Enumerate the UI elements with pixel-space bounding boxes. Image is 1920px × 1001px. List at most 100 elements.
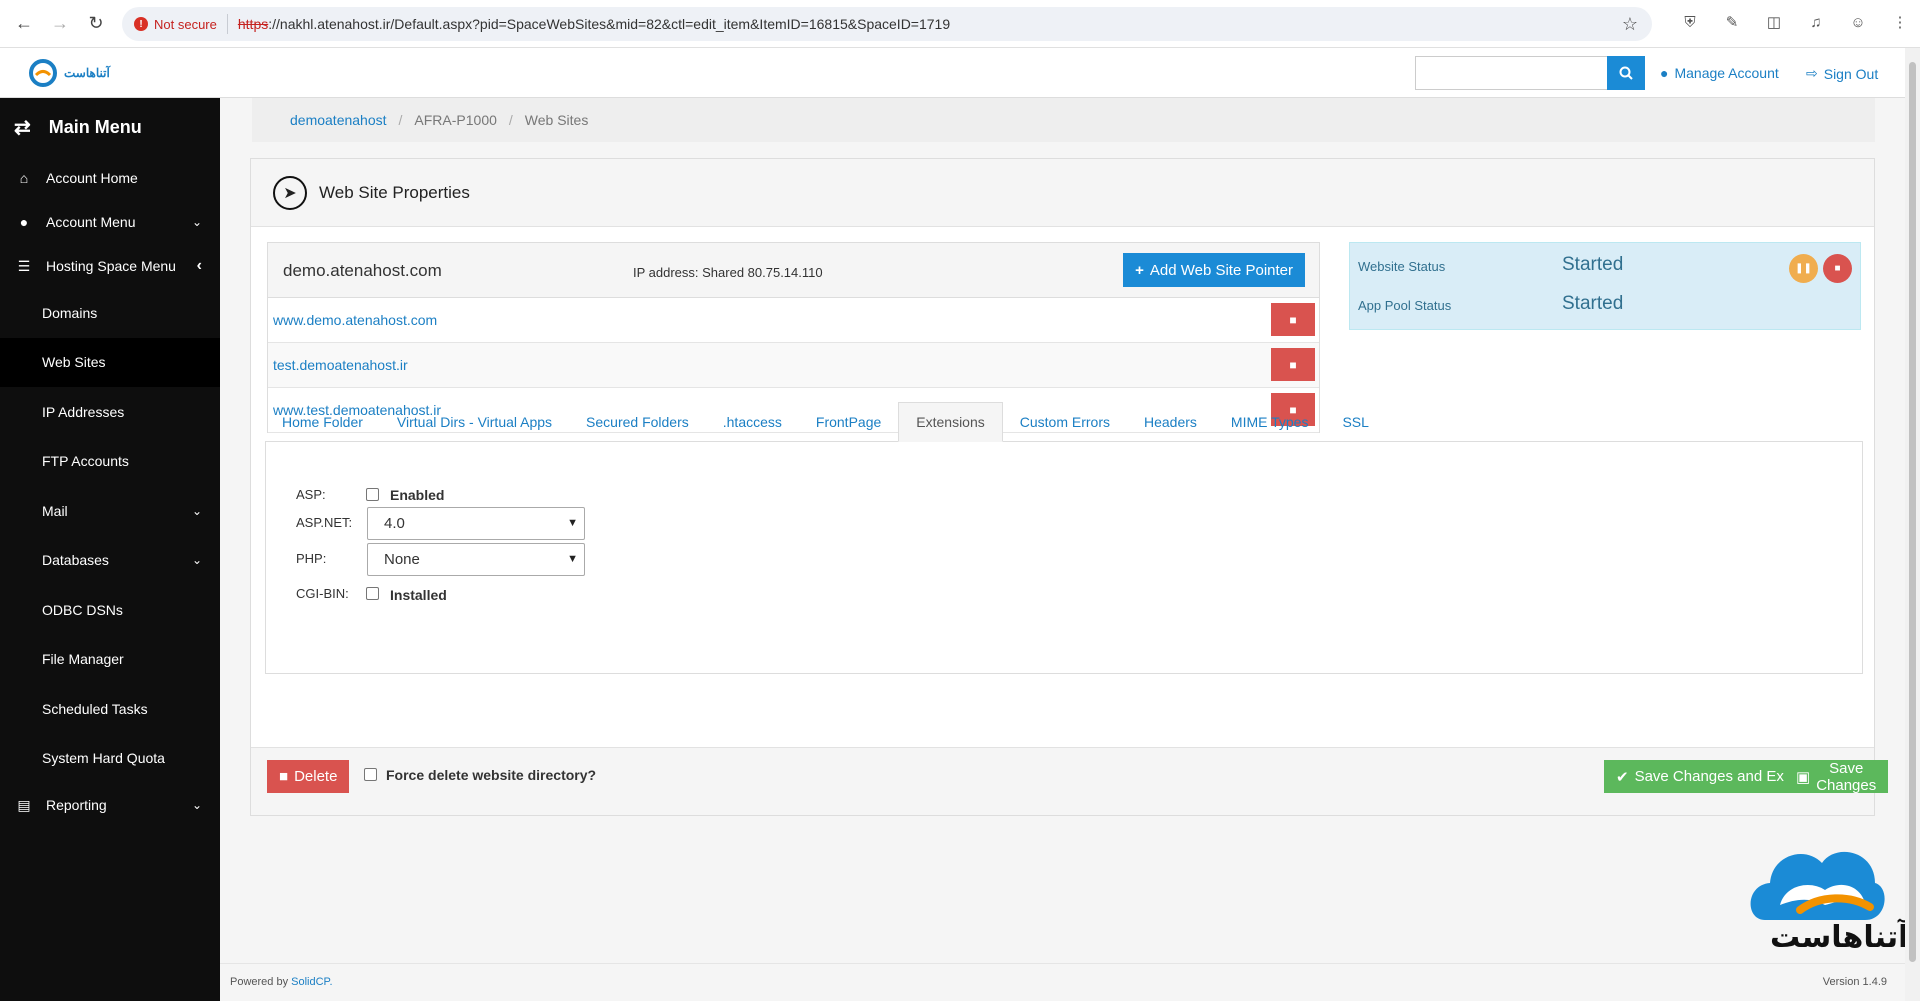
site-logo[interactable]: آتناهاست: [28, 58, 110, 88]
sidebar-item-mail[interactable]: Mail ⌄: [0, 486, 220, 536]
page-scrollbar[interactable]: [1905, 48, 1920, 1001]
scrollbar-thumb[interactable]: [1909, 62, 1916, 962]
profile-icon[interactable]: ☺: [1848, 12, 1868, 32]
url-rest: ://nakhl.atenahost.ir/Default.aspx?pid=S…: [268, 16, 951, 32]
manage-account-link[interactable]: ● Manage Account: [1660, 65, 1779, 81]
sign-out-link[interactable]: ⇨ Sign Out: [1806, 65, 1878, 82]
breadcrumb-separator: /: [508, 112, 513, 128]
forward-icon[interactable]: →: [48, 12, 72, 36]
media-icon[interactable]: ♫: [1806, 12, 1826, 32]
address-bar[interactable]: ! Not secure https://nakhl.atenahost.ir/…: [122, 7, 1652, 41]
reload-icon[interactable]: ↻: [84, 12, 108, 36]
sidebar-item-ip-addresses[interactable]: IP Addresses: [0, 387, 220, 437]
plus-icon: +: [1135, 261, 1144, 279]
delete-pointer-button[interactable]: ■: [1271, 348, 1315, 381]
tab-custom-errors[interactable]: Custom Errors: [1003, 402, 1127, 442]
logo-cloud-icon: [29, 59, 57, 87]
website-status-value: Started: [1562, 254, 1624, 275]
manage-account-label: Manage Account: [1674, 65, 1779, 81]
pause-icon: ❚❚: [1795, 263, 1812, 274]
stop-website-button[interactable]: ■: [1823, 254, 1852, 283]
tab-ssl[interactable]: SSL: [1325, 402, 1385, 442]
extensions-tab-body: ASP: Enabled ASP.NET: 4.0 ▼ PHP: None ▼ …: [265, 442, 1863, 674]
tab-htaccess[interactable]: .htaccess: [706, 402, 799, 442]
trash-icon: ■: [1289, 357, 1297, 372]
sidebar-item-account-menu[interactable]: ● Account Menu ⌄: [0, 200, 220, 244]
asp-label: ASP:: [296, 487, 326, 502]
breadcrumb-account[interactable]: demoatenahost: [290, 112, 387, 128]
chevron-down-icon: ⌄: [191, 503, 202, 518]
sidebar-item-ftp-accounts[interactable]: FTP Accounts: [0, 437, 220, 487]
sidebar-item-scheduled-tasks[interactable]: Scheduled Tasks: [0, 684, 220, 734]
tab-label: Headers: [1143, 414, 1197, 430]
save-exit-label: Save Changes and Exit: [1634, 768, 1792, 785]
panel-footer: ■ Delete Force delete website directory?…: [251, 747, 1889, 815]
pen-extension-icon[interactable]: ✎: [1722, 12, 1742, 32]
php-version-select[interactable]: None ▼: [367, 543, 585, 576]
tab-virtual-dirs[interactable]: Virtual Dirs - Virtual Apps: [380, 402, 569, 442]
pointer-link[interactable]: test.demoatenahost.ir: [273, 357, 408, 373]
tab-label: Extensions: [916, 414, 985, 430]
app-pool-status-value: Started: [1562, 293, 1624, 314]
shield-extension-icon[interactable]: ⛨: [1680, 12, 1700, 32]
user-icon: ●: [1660, 65, 1669, 81]
url-text: https://nakhl.atenahost.ir/Default.aspx?…: [238, 16, 950, 32]
solidcp-link[interactable]: SolidCP.: [291, 976, 332, 988]
delete-pointer-button[interactable]: ■: [1271, 303, 1315, 336]
pointer-link[interactable]: www.demo.atenahost.com: [273, 312, 437, 328]
sidebar-item-label: IP Addresses: [42, 403, 125, 420]
security-label: Not secure: [154, 16, 217, 32]
cgi-installed-label: Installed: [390, 587, 447, 603]
tab-headers[interactable]: Headers: [1127, 402, 1214, 442]
tab-mime-types[interactable]: MIME Types: [1214, 402, 1326, 442]
chevron-left-icon: ‹: [196, 257, 202, 274]
sidebar-item-databases[interactable]: Databases ⌄: [0, 536, 220, 586]
page-title: Web Site Properties: [319, 182, 470, 202]
header-search: [1415, 56, 1645, 90]
compass-icon: ➤: [273, 175, 307, 210]
puzzle-extension-icon[interactable]: ◫: [1764, 12, 1784, 32]
menu-kebab-icon[interactable]: ⋮: [1890, 12, 1910, 32]
delete-label: Delete: [294, 768, 338, 785]
security-chip[interactable]: ! Not secure: [134, 14, 228, 34]
sidebar-item-hosting-space-menu[interactable]: ☰ Hosting Space Menu ‹: [0, 244, 220, 288]
sidebar-item-domains[interactable]: Domains: [0, 288, 220, 338]
sidebar-item-web-sites[interactable]: Web Sites: [0, 337, 220, 387]
search-icon: [1619, 66, 1633, 80]
sidebar-item-account-home[interactable]: ⌂ Account Home: [0, 156, 220, 200]
tab-frontpage[interactable]: FrontPage: [799, 402, 898, 442]
search-button[interactable]: [1607, 56, 1645, 90]
tab-extensions[interactable]: Extensions: [898, 402, 1003, 442]
sign-out-label: Sign Out: [1823, 65, 1879, 82]
chevron-down-icon: ▼: [567, 553, 578, 565]
trash-icon: ■: [1289, 312, 1297, 327]
asp-enabled-checkbox[interactable]: [366, 488, 379, 501]
sidebar-item-odbc-dsns[interactable]: ODBC DSNs: [0, 585, 220, 635]
pause-website-button[interactable]: ❚❚: [1789, 254, 1818, 283]
delete-website-button[interactable]: ■ Delete: [267, 760, 350, 793]
tab-home-folder[interactable]: Home Folder: [265, 402, 380, 442]
version-label: Version 1.4.9: [1822, 976, 1887, 988]
save-changes-and-exit-button[interactable]: ✔ Save Changes and Exit: [1604, 760, 1804, 793]
save-label: Save Changes: [1816, 759, 1877, 794]
tab-secured-folders[interactable]: Secured Folders: [569, 402, 706, 442]
breadcrumb-current: Web Sites: [524, 112, 589, 128]
main-menu-toggle[interactable]: ⇄ Main Menu: [0, 98, 220, 156]
bookmark-star-icon[interactable]: ☆: [1622, 14, 1638, 35]
sidebar-item-reporting[interactable]: ▤ Reporting ⌄: [0, 783, 220, 827]
add-web-site-pointer-button[interactable]: + Add Web Site Pointer: [1123, 253, 1305, 287]
main-menu-title: Main Menu: [48, 116, 142, 137]
save-changes-button[interactable]: ▣ Save Changes: [1784, 759, 1889, 794]
panel-header: ➤ Web Site Properties: [251, 159, 1874, 227]
sidebar-item-system-hard-quota[interactable]: System Hard Quota: [0, 734, 220, 784]
aspnet-version-select[interactable]: 4.0 ▼: [367, 507, 585, 540]
add-pointer-label: Add Web Site Pointer: [1149, 261, 1293, 279]
logo-text: آتناهاست: [64, 66, 110, 80]
force-delete-checkbox[interactable]: [364, 768, 377, 781]
cgi-installed-checkbox[interactable]: [366, 587, 379, 600]
search-input[interactable]: [1415, 56, 1607, 90]
tab-label: SSL: [1342, 414, 1369, 430]
sidebar-item-file-manager[interactable]: File Manager: [0, 635, 220, 685]
back-icon[interactable]: ←: [12, 12, 36, 36]
sidebar-item-label: FTP Accounts: [42, 453, 129, 470]
